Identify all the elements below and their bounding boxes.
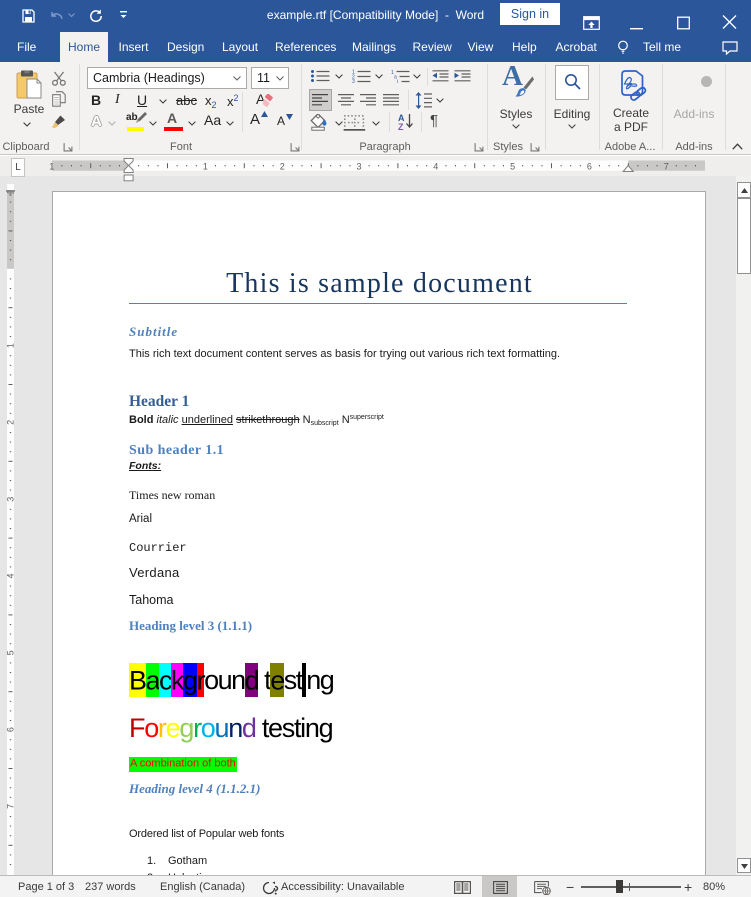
svg-text:3: 3 xyxy=(356,161,361,171)
svg-text:5: 5 xyxy=(510,161,515,171)
svg-text:4: 4 xyxy=(433,161,438,171)
svg-text:7: 7 xyxy=(664,161,669,171)
svg-text:6: 6 xyxy=(587,161,592,171)
svg-text:2: 2 xyxy=(280,161,285,171)
svg-text:2: 2 xyxy=(7,420,14,425)
svg-text:7: 7 xyxy=(7,804,14,809)
svg-text:5: 5 xyxy=(7,650,14,655)
svg-text:1: 1 xyxy=(203,161,208,171)
svg-text:1: 1 xyxy=(49,161,54,171)
svg-text:4: 4 xyxy=(7,573,14,578)
svg-text:3: 3 xyxy=(352,79,355,83)
svg-text:6: 6 xyxy=(7,727,14,732)
svg-text:Z: Z xyxy=(398,122,404,130)
svg-text:i: i xyxy=(397,79,398,83)
svg-text:1: 1 xyxy=(7,343,14,348)
svg-text:3: 3 xyxy=(7,497,14,502)
